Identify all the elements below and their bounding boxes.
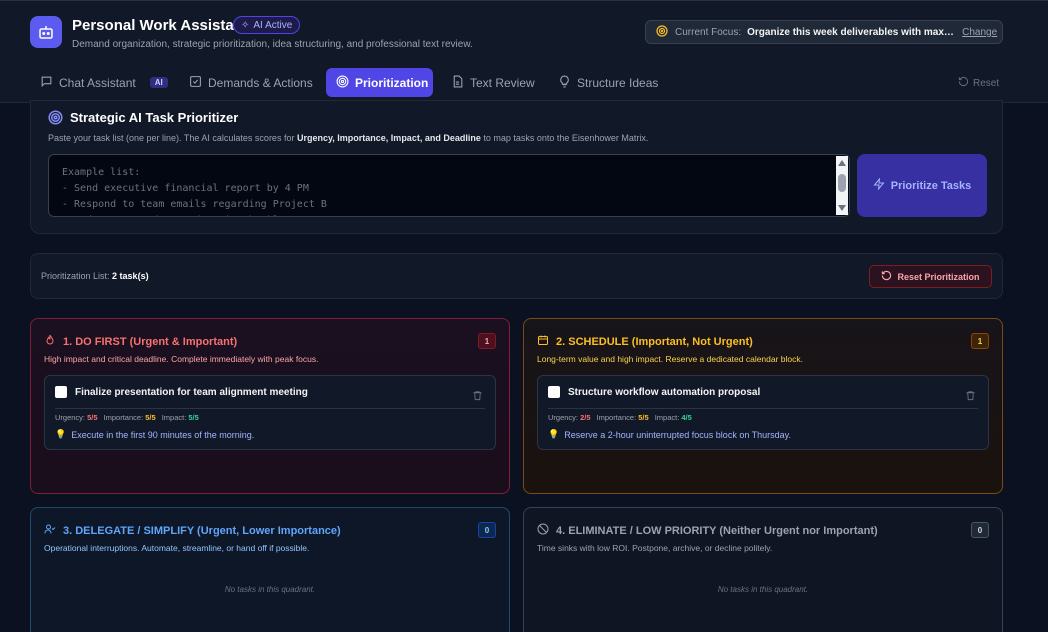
quadrant-title: 4. ELIMINATE / LOW PRIORITY (Neither Urg…: [537, 523, 878, 538]
scroll-thumb[interactable]: [838, 174, 846, 192]
rotate-ccw-icon: [958, 76, 969, 90]
task-card: Finalize presentation for team alignment…: [44, 375, 496, 450]
impact-score: 4/5: [681, 413, 692, 422]
quadrant-count: 1: [478, 333, 496, 349]
task-title: Finalize presentation for team alignment…: [75, 387, 308, 398]
task-checkbox[interactable]: [55, 386, 67, 398]
quadrant-count: 0: [971, 522, 989, 538]
empty-state: No tasks in this quadrant.: [224, 585, 316, 594]
task-list-input[interactable]: Example list: - Send executive financial…: [48, 154, 850, 217]
quadrant-do-first: 1. DO FIRST (Urgent & Important) High im…: [30, 318, 510, 494]
tab-structure-ideas[interactable]: Structure Ideas: [548, 68, 668, 97]
importance-score: 5/5: [638, 413, 649, 422]
panel-description: Paste your task list (one per line). The…: [48, 133, 649, 143]
checkbox-icon: [189, 75, 202, 91]
importance-score: 5/5: [145, 413, 156, 422]
document-icon: [451, 75, 464, 91]
trash-icon[interactable]: [472, 388, 483, 406]
task-tip: 💡 Reserve a 2-hour uninterrupted focus b…: [548, 429, 792, 440]
prioritize-tasks-button[interactable]: Prioritize Tasks: [857, 154, 987, 217]
lightbulb-icon: 💡: [548, 429, 560, 439]
reset-button[interactable]: Reset: [958, 76, 999, 90]
urgency-score: 2/5: [580, 413, 591, 422]
quadrant-count: 0: [478, 522, 496, 538]
target-icon: [656, 24, 668, 40]
task-count: Prioritization List: 2 task(s): [41, 271, 149, 281]
rotate-ccw-icon: [881, 270, 892, 283]
empty-state: No tasks in this quadrant.: [717, 585, 809, 594]
quadrant-delegate: 3. DELEGATE / SIMPLIFY (Urgent, Lower Im…: [30, 507, 510, 632]
robot-icon: [30, 16, 62, 48]
quadrant-description: High impact and critical deadline. Compl…: [44, 354, 319, 364]
users-icon: [44, 523, 56, 538]
panel-title: Strategic AI Task Prioritizer: [70, 110, 239, 125]
chat-icon: [40, 75, 53, 91]
quadrant-schedule: 2. SCHEDULE (Important, Not Urgent) Long…: [523, 318, 1003, 494]
task-scores: Urgency: 5/5 Importance: 5/5 Impact: 5/5: [55, 413, 199, 422]
quadrant-title: 2. SCHEDULE (Important, Not Urgent): [537, 334, 753, 349]
flame-icon: [44, 334, 56, 349]
tab-ai-badge: AI: [149, 77, 168, 88]
card-divider: [55, 408, 485, 409]
task-list-scrollbar[interactable]: [836, 156, 848, 215]
focus-value: Organize this week deliverables with max…: [747, 26, 954, 38]
urgency-score: 5/5: [87, 413, 98, 422]
card-divider: [548, 408, 978, 409]
focus-label: Current Focus:: [675, 26, 742, 38]
task-checkbox[interactable]: [548, 386, 560, 398]
tab-text-review[interactable]: Text Review: [441, 68, 545, 97]
quadrant-description: Operational interruptions. Automate, str…: [44, 543, 310, 553]
impact-score: 5/5: [188, 413, 199, 422]
scroll-up-arrow[interactable]: [838, 160, 846, 166]
lightbulb-icon: 💡: [55, 429, 67, 439]
zap-icon: [873, 177, 885, 193]
task-title: Structure workflow automation proposal: [568, 387, 761, 398]
task-scores: Urgency: 2/5 Importance: 5/5 Impact: 4/5: [548, 413, 692, 422]
app-header: Personal Work Assistant ✧ AI Active Dema…: [0, 0, 1048, 103]
current-focus-box: Current Focus: Organize this week delive…: [645, 20, 1003, 44]
app-subtitle: Demand organization, strategic prioritiz…: [72, 39, 473, 50]
ai-status-badge: ✧ AI Active: [233, 16, 301, 34]
prioritization-list-bar: Prioritization List: 2 task(s) Reset Pri…: [30, 253, 1003, 299]
task-tip: 💡 Execute in the first 90 minutes of the…: [55, 429, 255, 440]
change-focus-link[interactable]: Change: [962, 27, 997, 38]
sparkle-icon: ✧: [241, 19, 250, 31]
trash-icon[interactable]: [965, 388, 976, 406]
lightbulb-icon: [558, 75, 571, 91]
quadrant-title: 1. DO FIRST (Urgent & Important): [44, 334, 237, 349]
quadrant-description: Long-term value and high impact. Reserve…: [537, 354, 804, 364]
quadrant-eliminate: 4. ELIMINATE / LOW PRIORITY (Neither Urg…: [523, 507, 1003, 632]
target-icon: [336, 75, 349, 91]
tab-prioritization[interactable]: Prioritization: [326, 68, 433, 97]
quadrant-title: 3. DELEGATE / SIMPLIFY (Urgent, Lower Im…: [44, 523, 341, 538]
scroll-down-arrow[interactable]: [838, 205, 846, 211]
tab-chat-assistant[interactable]: Chat Assistant AI: [30, 68, 178, 97]
app-title: Personal Work Assistant: [72, 17, 248, 34]
quadrant-description: Time sinks with low ROI. Postpone, archi…: [537, 543, 773, 553]
ban-icon: [537, 523, 549, 538]
calendar-icon: [537, 334, 549, 349]
target-icon: [48, 110, 63, 130]
reset-prioritization-button[interactable]: Reset Prioritization: [869, 265, 992, 288]
prioritizer-panel: Strategic AI Task Prioritizer Paste your…: [30, 100, 1003, 234]
task-card: Structure workflow automation proposal U…: [537, 375, 989, 450]
quadrant-count: 1: [971, 333, 989, 349]
tab-demands-actions[interactable]: Demands & Actions: [179, 68, 323, 97]
